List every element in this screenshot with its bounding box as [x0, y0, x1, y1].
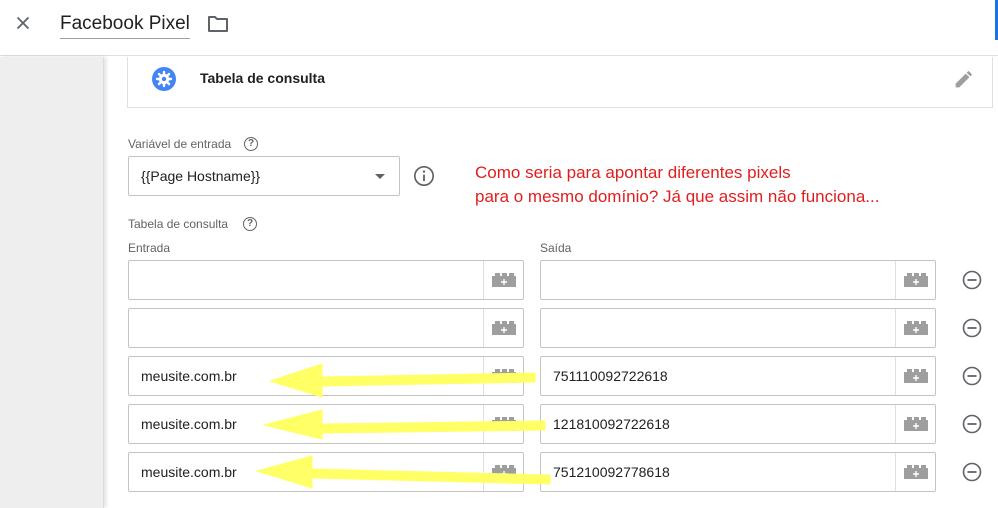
variable-type-card[interactable]: Tabela de consulta: [127, 57, 993, 108]
lookup-output-field[interactable]: 121810092722618: [540, 404, 936, 444]
lookup-output-field[interactable]: [540, 260, 936, 300]
brick-icon[interactable]: [483, 453, 523, 491]
lookup-input-field[interactable]: [128, 260, 524, 300]
lookup-input-field[interactable]: [128, 308, 524, 348]
lookup-output-field[interactable]: 751210092778618: [540, 452, 936, 492]
variable-type-label: Tabela de consulta: [200, 70, 325, 86]
lookup-input-value: meusite.com.br: [141, 464, 237, 480]
minus-circle-icon[interactable]: [962, 414, 982, 434]
lookup-output-field[interactable]: [540, 308, 936, 348]
minus-circle-icon[interactable]: [962, 318, 982, 338]
chevron-down-icon: [375, 174, 385, 179]
brick-icon[interactable]: [483, 405, 523, 443]
lookup-output-value: 121810092722618: [553, 416, 670, 432]
help-icon[interactable]: ?: [243, 217, 257, 231]
brick-icon[interactable]: [895, 261, 935, 299]
input-variable-select[interactable]: {{Page Hostname}}: [128, 156, 400, 196]
brick-icon[interactable]: [895, 309, 935, 347]
lookup-input-field[interactable]: meusite.com.br: [128, 404, 524, 444]
annotation-line-2: para o mesmo domínio? Já que assim não f…: [475, 187, 880, 206]
brick-icon[interactable]: [483, 357, 523, 395]
minus-circle-icon[interactable]: [962, 462, 982, 482]
pencil-icon[interactable]: [952, 69, 974, 91]
brick-icon[interactable]: [895, 453, 935, 491]
left-gutter: [0, 57, 104, 508]
minus-circle-icon[interactable]: [962, 270, 982, 290]
variable-name-input[interactable]: Facebook Pixel: [60, 13, 190, 39]
lookup-output-value: 751210092778618: [553, 464, 670, 480]
column-header-input: Entrada: [128, 241, 171, 255]
brick-icon[interactable]: [483, 309, 523, 347]
folder-icon[interactable]: [207, 15, 229, 33]
minus-circle-icon[interactable]: [962, 366, 982, 386]
help-icon[interactable]: ?: [244, 137, 258, 151]
brick-icon[interactable]: [895, 405, 935, 443]
lookup-input-value: meusite.com.br: [141, 416, 237, 432]
input-variable-label: Variável de entrada: [128, 137, 232, 151]
annotation-text: Como seria para apontar diferentes pixel…: [475, 161, 879, 209]
lookup-table-label: Tabela de consulta: [128, 217, 229, 231]
lookup-input-field[interactable]: meusite.com.br: [128, 452, 524, 492]
gear-icon: [152, 67, 176, 91]
lookup-output-field[interactable]: 751110092722618: [540, 356, 936, 396]
lookup-input-value: meusite.com.br: [141, 368, 237, 384]
lookup-output-value: 751110092722618: [553, 368, 668, 384]
info-icon[interactable]: [413, 165, 435, 187]
brick-icon[interactable]: [483, 261, 523, 299]
close-icon[interactable]: [12, 12, 34, 34]
top-bar: Facebook Pixel: [0, 0, 998, 56]
lookup-input-field[interactable]: meusite.com.br: [128, 356, 524, 396]
column-header-output: Saída: [540, 241, 572, 255]
input-variable-value: {{Page Hostname}}: [141, 168, 261, 184]
brick-icon[interactable]: [895, 357, 935, 395]
annotation-line-1: Como seria para apontar diferentes pixel…: [475, 163, 791, 182]
